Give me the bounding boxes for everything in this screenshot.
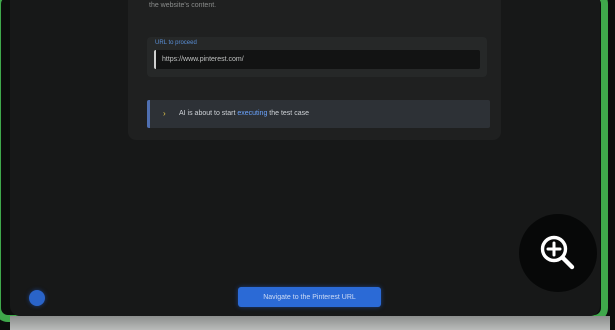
- app-screen: the website's content. URL to proceed ht…: [0, 0, 615, 330]
- url-input[interactable]: https://www.pinterest.com/: [154, 50, 480, 69]
- notice-message: AI is about to start executing the test …: [179, 100, 309, 128]
- chevron-right-icon: ›: [163, 109, 166, 118]
- test-step-card: the website's content. URL to proceed ht…: [128, 0, 501, 140]
- notice-prefix: AI is about to start: [179, 110, 238, 117]
- viewport: the website's content. URL to proceed ht…: [10, 0, 600, 316]
- bottom-bar: [10, 316, 610, 330]
- url-panel: URL to proceed https://www.pinterest.com…: [147, 37, 487, 77]
- navigate-button[interactable]: Navigate to the Pinterest URL: [238, 287, 381, 307]
- notice-suffix: the test case: [267, 110, 309, 117]
- zoom-in-button[interactable]: [519, 214, 597, 292]
- notice-highlight: executing: [237, 110, 268, 117]
- info-dot-icon[interactable]: [29, 290, 45, 306]
- zoom-in-icon: [540, 235, 575, 270]
- status-notice: › AI is about to start executing the tes…: [147, 100, 490, 128]
- card-description: the website's content.: [149, 2, 217, 9]
- url-field-label: URL to proceed: [155, 40, 197, 46]
